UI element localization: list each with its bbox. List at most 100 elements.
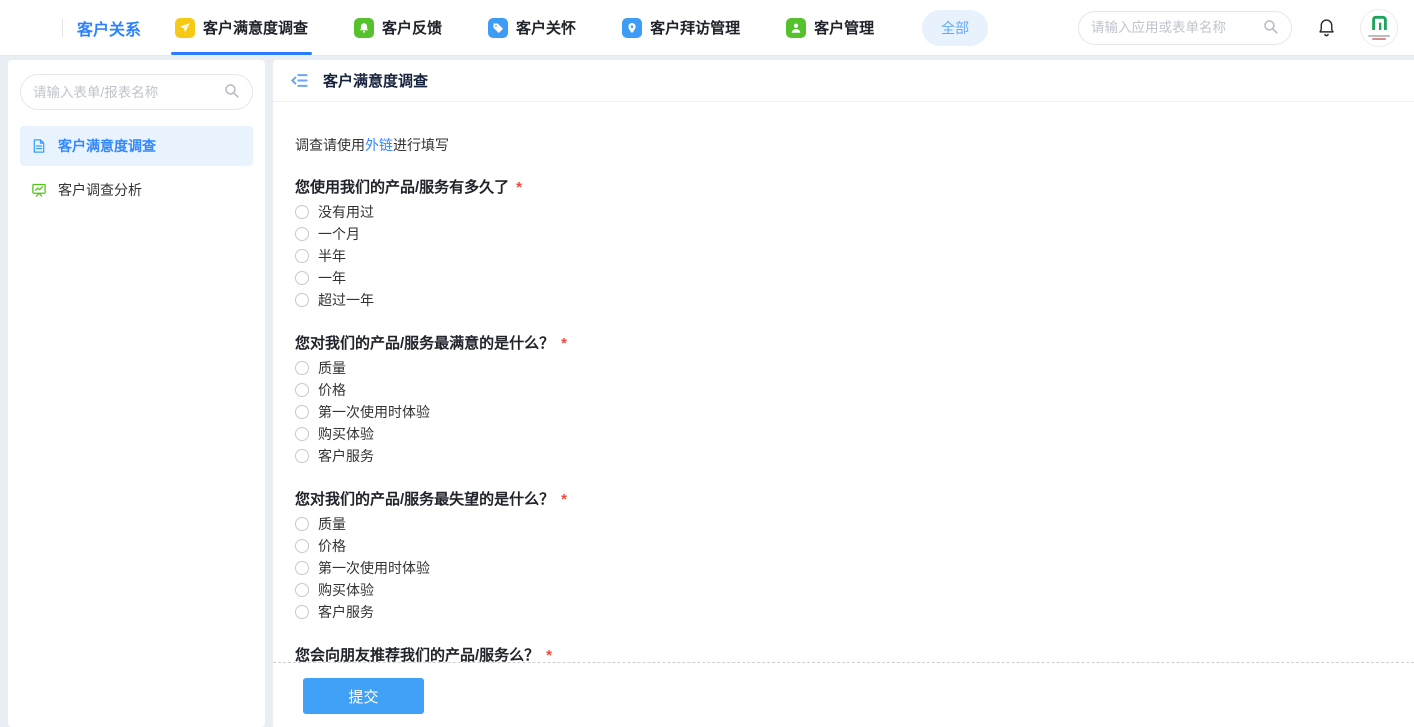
topbar-right [1078, 8, 1398, 47]
radio-option[interactable]: 购买体验 [295, 423, 1390, 445]
radio-circle-icon[interactable] [295, 271, 309, 285]
radio-option[interactable]: 价格 [295, 535, 1390, 557]
radio-option[interactable]: 质量 [295, 357, 1390, 379]
page-title: 客户满意度调查 [323, 73, 429, 90]
form-footer: 提交 [273, 662, 1414, 727]
tab-label: 客户反馈 [382, 20, 443, 37]
main-panel: 客户满意度调查 调查请使用外链进行填写 您使用我们的产品/服务有多久了 * 没有用过… [273, 60, 1414, 727]
tab-paper-plane[interactable]: 客户满意度调查 [171, 0, 313, 55]
radio-circle-icon[interactable] [295, 427, 309, 441]
option-label: 第一次使用时体验 [318, 560, 430, 576]
chart-board-icon [31, 182, 47, 198]
form-content: 调查请使用外链进行填写 您使用我们的产品/服务有多久了 * 没有用过一个月半年一年超… [273, 102, 1414, 727]
sidebar-item[interactable]: 客户调查分析 [20, 170, 253, 210]
option-label: 一个月 [318, 226, 360, 242]
intro-text: 调查请使用外链进行填写 [295, 135, 1390, 155]
option-label: 没有用过 [318, 204, 374, 220]
option-label: 购买体验 [318, 582, 374, 598]
radio-option[interactable]: 客户服务 [295, 601, 1390, 623]
question-label: 您使用我们的产品/服务有多久了 * [295, 179, 523, 196]
option-label: 质量 [318, 360, 346, 376]
radio-circle-icon[interactable] [295, 249, 309, 263]
question-block: 您对我们的产品/服务最失望的是什么？ * 质量价格第一次使用时体验 购买体验客户服务 [295, 489, 1390, 623]
option-label: 第一次使用时体验 [318, 404, 430, 420]
org-logo-avatar[interactable] [1360, 8, 1398, 47]
question-block: 您对我们的产品/服务最满意的是什么？ * 质量价格第一次使用时体验 购买体验客户服务 [295, 333, 1390, 467]
radio-option[interactable]: 质量 [295, 513, 1390, 535]
sidebar-item-label: 客户调查分析 [58, 182, 142, 198]
option-label: 客户服务 [318, 448, 374, 464]
intro-suffix: 进行填写 [393, 137, 449, 153]
option-label: 超过一年 [318, 292, 374, 308]
tab-label: 客户关怀 [516, 20, 577, 37]
sidebar-search [20, 74, 253, 110]
tab-label: 客户管理 [814, 20, 875, 37]
global-search-input[interactable] [1091, 20, 1262, 35]
sidebar-item-label: 客户满意度调查 [58, 138, 156, 154]
radio-circle-icon[interactable] [295, 583, 309, 597]
sidebar-item[interactable]: 客户满意度调查 [20, 126, 253, 166]
radio-circle-icon[interactable] [295, 405, 309, 419]
options-list: 质量价格第一次使用时体验 购买体验客户服务 [295, 513, 1390, 623]
radio-circle-icon[interactable] [295, 605, 309, 619]
radio-option[interactable]: 没有用过 [295, 201, 1390, 223]
radio-circle-icon[interactable] [295, 293, 309, 307]
required-asterisk: * [516, 179, 523, 196]
radio-option[interactable]: 价格 [295, 379, 1390, 401]
search-icon[interactable] [1262, 18, 1279, 38]
option-label: 购买体验 [318, 426, 374, 442]
radio-circle-icon[interactable] [295, 361, 309, 375]
radio-option[interactable]: 超过一年 [295, 289, 1390, 311]
radio-circle-icon[interactable] [295, 561, 309, 575]
radio-circle-icon[interactable] [295, 205, 309, 219]
radio-circle-icon[interactable] [295, 539, 309, 553]
radio-circle-icon[interactable] [295, 517, 309, 531]
option-label: 一年 [318, 270, 346, 286]
radio-option[interactable]: 一年 [295, 267, 1390, 289]
tab-person[interactable]: 客户管理 [786, 0, 874, 55]
topbar-divider [62, 18, 63, 37]
radio-option[interactable]: 第一次使用时体验 [295, 401, 1390, 423]
location-pin-icon [622, 17, 643, 38]
top-tabs: 客户满意度调查 客户反馈 客户关怀 客户拜访管理 客户管理 [171, 0, 920, 55]
tab-tag[interactable]: 客户关怀 [488, 0, 576, 55]
main-header: 客户满意度调查 [273, 60, 1414, 102]
options-list: 没有用过一个月半年一年超过一年 [295, 201, 1390, 311]
tab-location-pin[interactable]: 客户拜访管理 [622, 0, 740, 55]
radio-circle-icon[interactable] [295, 227, 309, 241]
search-icon[interactable] [223, 82, 240, 102]
sidebar-search-input[interactable] [33, 84, 223, 100]
tab-label: 客户拜访管理 [650, 20, 741, 37]
radio-option[interactable]: 一个月 [295, 223, 1390, 245]
apps-grid-icon[interactable] [16, 12, 48, 44]
radio-option[interactable]: 第一次使用时体验 [295, 557, 1390, 579]
logo-microtext [1372, 38, 1386, 40]
intro-prefix: 调查请使用 [295, 137, 365, 153]
global-search [1078, 10, 1292, 45]
tab-label: 客户满意度调查 [203, 20, 309, 37]
required-asterisk: * [561, 335, 568, 352]
collapse-sidebar-icon[interactable] [288, 70, 310, 92]
question-block: 您使用我们的产品/服务有多久了 * 没有用过一个月半年一年超过一年 [295, 177, 1390, 311]
radio-circle-icon[interactable] [295, 383, 309, 397]
bell-icon [354, 17, 375, 38]
option-label: 价格 [318, 538, 346, 554]
question-label: 您对我们的产品/服务最满意的是什么？ * [295, 335, 568, 352]
radio-option[interactable]: 客户服务 [295, 445, 1390, 467]
notification-bell-icon[interactable] [1312, 14, 1340, 42]
app-title[interactable]: 客户关系 [77, 16, 141, 40]
radio-option[interactable]: 购买体验 [295, 579, 1390, 601]
all-tabs-badge[interactable]: 全部 [922, 9, 989, 46]
radio-option[interactable]: 半年 [295, 245, 1390, 267]
submit-button[interactable]: 提交 [303, 678, 424, 714]
tab-bell[interactable]: 客户反馈 [354, 0, 442, 55]
tag-icon [488, 17, 509, 38]
option-label: 半年 [318, 248, 346, 264]
radio-circle-icon[interactable] [295, 449, 309, 463]
question-label: 您对我们的产品/服务最失望的是什么？ * [295, 491, 568, 508]
topbar: 客户关系 客户满意度调查 客户反馈 客户关怀 客户拜访管理 客户管理 全部 [0, 0, 1414, 56]
option-label: 客户服务 [318, 604, 374, 620]
options-list: 质量价格第一次使用时体验 购买体验客户服务 [295, 357, 1390, 467]
external-link[interactable]: 外链 [365, 137, 393, 153]
sidebar-menu: 客户满意度调查 客户调查分析 [20, 126, 253, 210]
